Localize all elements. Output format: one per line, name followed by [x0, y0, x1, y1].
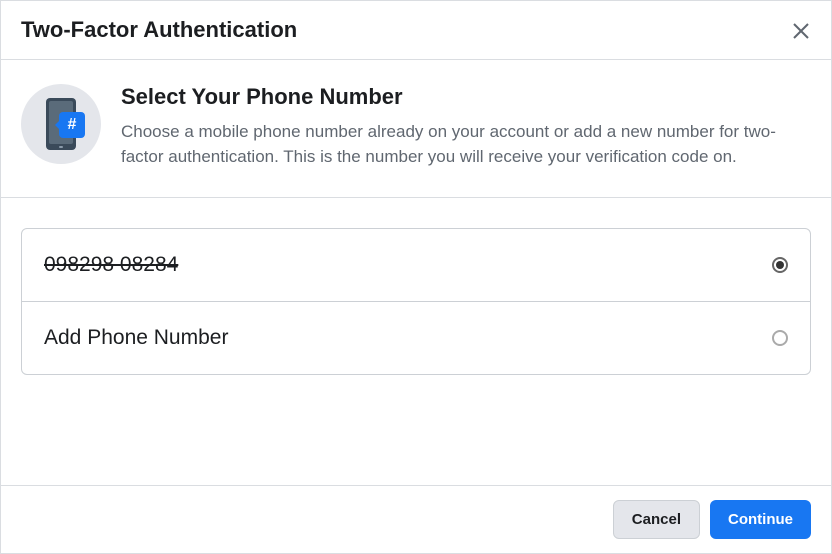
option-existing-number[interactable]: 098298 08284 — [22, 229, 810, 301]
phone-options-list: 098298 08284 Add Phone Number — [21, 228, 811, 375]
two-factor-dialog: Two-Factor Authentication # Select Your … — [0, 0, 832, 554]
dialog-footer: Cancel Continue — [1, 485, 831, 553]
phone-hash-icon: # — [21, 84, 101, 164]
content-heading: Select Your Phone Number — [121, 84, 811, 110]
content-text: Select Your Phone Number Choose a mobile… — [121, 84, 811, 169]
close-button[interactable] — [785, 15, 817, 47]
option-add-phone-number[interactable]: Add Phone Number — [22, 301, 810, 374]
option-existing-number-label: 098298 08284 — [44, 253, 178, 277]
radio-unselected-icon — [772, 330, 788, 346]
cancel-button[interactable]: Cancel — [613, 500, 700, 539]
option-add-phone-label: Add Phone Number — [44, 326, 228, 350]
close-icon — [791, 21, 811, 41]
content-description: Choose a mobile phone number already on … — [121, 120, 811, 169]
options-wrap: 098298 08284 Add Phone Number — [1, 198, 831, 485]
content-section: # Select Your Phone Number Choose a mobi… — [1, 60, 831, 198]
radio-selected-icon — [772, 257, 788, 273]
continue-button[interactable]: Continue — [710, 500, 811, 539]
dialog-header: Two-Factor Authentication — [1, 1, 831, 60]
dialog-title: Two-Factor Authentication — [21, 17, 297, 43]
